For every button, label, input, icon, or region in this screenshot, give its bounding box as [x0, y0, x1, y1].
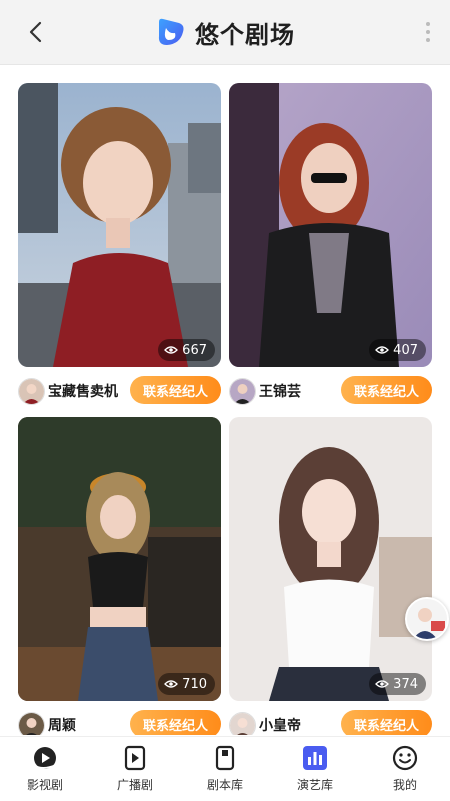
tab-performer-library[interactable]: 演艺库: [270, 737, 360, 801]
view-count-value: 407: [393, 342, 418, 358]
chart-icon: [303, 746, 327, 770]
artist-name: 宝藏售卖机: [48, 384, 118, 400]
artist-meta: 王锦芸 联系经纪人: [229, 371, 432, 411]
tab-radio-drama[interactable]: 广播剧: [90, 737, 180, 801]
floating-promo-badge[interactable]: [405, 597, 449, 641]
play-icon: [124, 745, 146, 771]
artist-name: 小皇帝: [259, 718, 301, 734]
photo-image: [18, 417, 221, 701]
artist-meta: 周颖 联系经纪人: [18, 705, 221, 735]
tab-film[interactable]: 影视剧: [0, 737, 90, 801]
artist-photo[interactable]: 667: [18, 83, 221, 367]
film-icon: [33, 747, 57, 769]
artist-card: 667 宝藏售卖机 联系经纪人: [18, 83, 221, 411]
header: 悠个剧场: [0, 0, 450, 65]
avatar[interactable]: [18, 712, 45, 735]
artist-meta: 宝藏售卖机 联系经纪人: [18, 371, 221, 411]
app-title: 悠个剧场: [195, 20, 295, 49]
view-count: 710: [158, 673, 215, 695]
contact-agent-button[interactable]: 联系经纪人: [341, 710, 432, 735]
bottom-tab-bar: 影视剧 广播剧 剧本库 演艺库 我的: [0, 736, 450, 801]
script-icon: [215, 745, 235, 771]
smile-icon: [392, 745, 418, 771]
tab-label: 我的: [392, 778, 417, 792]
eye-icon: [375, 680, 390, 688]
view-count: 407: [369, 339, 426, 361]
artist-name: 周颖: [48, 718, 76, 734]
artist-meta: 小皇帝 联系经纪人: [229, 705, 432, 735]
avatar[interactable]: [18, 378, 45, 405]
artist-photo[interactable]: 710: [18, 417, 221, 701]
avatar[interactable]: [229, 712, 256, 735]
artist-photo[interactable]: 374: [229, 417, 432, 701]
app-logo-icon: [158, 18, 184, 45]
artist-photo[interactable]: 407: [229, 83, 432, 367]
tab-label: 广播剧: [116, 778, 153, 792]
artist-card: 374 小皇帝 联系经纪人: [229, 417, 432, 735]
avatar[interactable]: [229, 378, 256, 405]
photo-image: [229, 417, 432, 701]
artist-name: 王锦芸: [259, 384, 301, 400]
tab-me[interactable]: 我的: [360, 737, 450, 801]
view-count: 374: [369, 673, 426, 695]
eye-icon: [375, 346, 390, 354]
artist-card: 710 周颖 联系经纪人: [18, 417, 221, 735]
tab-script-library[interactable]: 剧本库: [180, 737, 270, 801]
tab-label: 演艺库: [296, 778, 333, 792]
contact-agent-button[interactable]: 联系经纪人: [341, 376, 432, 404]
tab-label: 影视剧: [26, 778, 63, 792]
photo-image: [229, 83, 432, 367]
view-count-value: 710: [182, 676, 207, 692]
eye-icon: [164, 346, 179, 354]
promo-avatar-icon: [407, 599, 447, 639]
view-count-value: 667: [182, 342, 207, 358]
contact-agent-button[interactable]: 联系经纪人: [130, 376, 221, 404]
view-count-value: 374: [393, 676, 418, 692]
tab-label: 剧本库: [206, 778, 243, 792]
artist-card: 407 王锦芸 联系经纪人: [229, 83, 432, 411]
more-icon[interactable]: [420, 16, 436, 48]
contact-agent-button[interactable]: 联系经纪人: [130, 710, 221, 735]
eye-icon: [164, 680, 179, 688]
view-count: 667: [158, 339, 215, 361]
photo-image: [18, 83, 221, 367]
brand: 悠个剧场: [0, 12, 450, 52]
artist-grid: 667 宝藏售卖机 联系经纪人 407 王锦芸 联系经纪人 710 周颖 联系经…: [18, 83, 432, 735]
